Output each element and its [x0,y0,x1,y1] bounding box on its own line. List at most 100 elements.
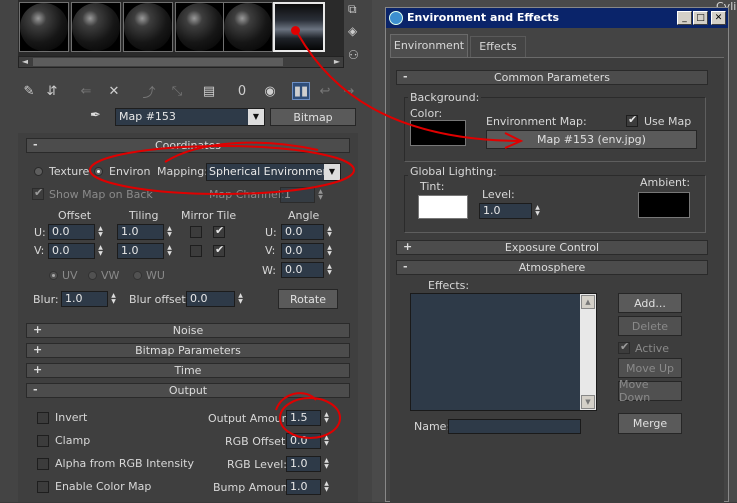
material-id-channel[interactable]: 0 [233,82,251,100]
angle-v-spinner[interactable]: 0.0 ▲ ▼ [281,243,335,259]
coordinates-rollout-header[interactable]: - Coordinates [26,138,350,153]
spinner-arrows[interactable]: ▲ ▼ [324,224,335,240]
add-effect-button[interactable]: Add... [618,293,682,313]
angle-u-value[interactable]: 0.0 [281,224,324,240]
go-to-parent-icon[interactable]: ↩ [316,82,334,100]
atmosphere-rollout-header[interactable]: - Atmosphere [396,260,708,275]
offset-u-value[interactable]: 0.0 [48,224,95,240]
level-value[interactable]: 1.0 [479,203,532,219]
rgb-level-spinner[interactable]: 1.0 ▲ ▼ [286,456,332,472]
offset-v-value[interactable]: 0.0 [48,243,95,259]
rgb-offset-value[interactable]: 0.0 [286,433,321,449]
mirror-v-checkbox[interactable] [190,245,202,257]
tiling-u-spinner[interactable]: 1.0 ▲ ▼ [117,224,175,240]
map-name-dropdown-icon[interactable]: ▼ [248,109,264,125]
tint-color-swatch[interactable] [418,195,468,219]
offset-v-spinner[interactable]: 0.0 ▲ ▼ [48,243,106,259]
rotate-button[interactable]: Rotate [278,289,338,309]
sample-slot-4[interactable] [175,2,225,52]
texture-radio[interactable] [34,167,43,176]
wu-radio[interactable] [133,271,142,280]
spinner-arrows[interactable]: ▲ ▼ [321,433,332,449]
environ-radio[interactable] [94,167,103,176]
tiling-v-value[interactable]: 1.0 [117,243,164,259]
spinner-arrows[interactable]: ▲ ▼ [164,243,175,259]
sample-slot-1[interactable] [19,2,69,52]
sample-slot-5[interactable] [223,2,273,52]
angle-w-value[interactable]: 0.0 [281,262,324,278]
scroll-down-arrow[interactable]: ▼ [581,395,595,409]
uv-radio[interactable] [49,271,58,280]
offset-u-spinner[interactable]: 0.0 ▲ ▼ [48,224,106,240]
bump-amount-value[interactable]: 1.0 [286,479,321,495]
sample-slot-3[interactable] [123,2,173,52]
close-button[interactable]: ✕ [711,11,726,25]
sample-type-icon[interactable]: ⧉ [348,2,366,18]
scroll-right-arrow[interactable]: ► [331,57,343,67]
clamp-checkbox[interactable] [37,435,49,447]
go-forward-icon[interactable]: → [340,82,358,100]
spinner-arrows[interactable]: ▲ ▼ [321,456,332,472]
backlight-icon[interactable]: ◈ [348,24,366,40]
spinner-arrows[interactable]: ▲ ▼ [315,187,326,203]
tab-environment[interactable]: Environment [390,34,468,58]
active-checkbox[interactable] [618,340,630,354]
spinner-arrows[interactable]: ▲ ▼ [108,291,119,307]
spinner-arrows[interactable]: ▲ ▼ [324,262,335,278]
blur-value[interactable]: 1.0 [61,291,108,307]
show-end-result-icon[interactable]: ▮▮ [292,82,310,100]
move-down-button[interactable]: Move Down [618,378,682,404]
show-map-in-viewport-icon[interactable]: ◉ [261,82,279,100]
mapping-dropdown[interactable]: Spherical Environment ▼ [206,163,341,181]
exposure-control-rollout-header[interactable]: + Exposure Control [396,240,708,255]
output-amount-value[interactable]: 1.5 [286,410,321,426]
background-color-swatch[interactable] [410,120,466,146]
common-parameters-rollout-header[interactable]: - Common Parameters [396,70,708,85]
alpha-from-rgb-checkbox[interactable] [37,458,49,470]
mirror-u-checkbox[interactable] [190,226,202,238]
rgb-offset-spinner[interactable]: 0.0 ▲ ▼ [286,433,332,449]
map-name-field[interactable]: Map #153 ▼ [115,108,265,126]
spinner-arrows[interactable]: ▲ ▼ [235,291,246,307]
reset-map-icon[interactable]: ✕ [105,82,123,100]
spinner-arrows[interactable]: ▲ ▼ [164,224,175,240]
effects-list[interactable]: ▲ ▼ [410,293,597,411]
angle-u-spinner[interactable]: 0.0 ▲ ▼ [281,224,335,240]
minimize-button[interactable]: _ [677,11,692,25]
tiling-u-value[interactable]: 1.0 [117,224,164,240]
save-to-library-icon[interactable]: ▤ [200,82,218,100]
spinner-arrows[interactable]: ▲ ▼ [95,224,106,240]
blur-offset-spinner[interactable]: 0.0 ▲ ▼ [186,291,246,307]
map-type-button[interactable]: Bitmap [270,108,356,126]
pick-material-icon[interactable]: ✒ [90,108,108,126]
slots-scrollbar[interactable]: ◄ ► [18,56,344,68]
effects-list-scrollbar[interactable]: ▲ ▼ [580,294,596,410]
tiling-v-spinner[interactable]: 1.0 ▲ ▼ [117,243,175,259]
maximize-button[interactable]: □ [693,11,708,25]
ambient-color-swatch[interactable] [638,192,690,218]
output-amount-spinner[interactable]: 1.5 ▲ ▼ [286,410,332,426]
enable-color-map-checkbox[interactable] [37,481,49,493]
angle-w-spinner[interactable]: 0.0 ▲ ▼ [281,262,335,278]
delete-effect-button[interactable]: Delete [618,316,682,336]
assign-to-selection-icon[interactable]: ⇐ [77,82,95,100]
spinner-arrows[interactable]: ▲ ▼ [321,410,332,426]
level-spinner[interactable]: 1.0 ▲ ▼ [479,203,543,219]
move-up-button[interactable]: Move Up [618,358,682,378]
rgb-level-value[interactable]: 1.0 [286,456,321,472]
make-unique-icon[interactable]: ⤡ [168,82,186,100]
spinner-arrows[interactable]: ▲ ▼ [95,243,106,259]
angle-v-value[interactable]: 0.0 [281,243,324,259]
map-channel-spinner[interactable]: 1 ▲ ▼ [280,187,326,203]
environment-map-button[interactable]: Map #153 (env.jpg) [486,130,697,149]
scroll-left-arrow[interactable]: ◄ [19,57,31,67]
use-map-checkbox[interactable] [626,113,638,127]
sample-slot-2[interactable] [71,2,121,52]
spinner-arrows[interactable]: ▲ ▼ [321,479,332,495]
tile-u-checkbox[interactable] [213,224,225,238]
scroll-thumb[interactable] [33,58,283,66]
output-rollout-header[interactable]: - Output [26,383,350,398]
invert-checkbox[interactable] [37,412,49,424]
show-map-on-back-checkbox[interactable] [32,186,44,200]
effect-name-field[interactable] [448,419,581,434]
